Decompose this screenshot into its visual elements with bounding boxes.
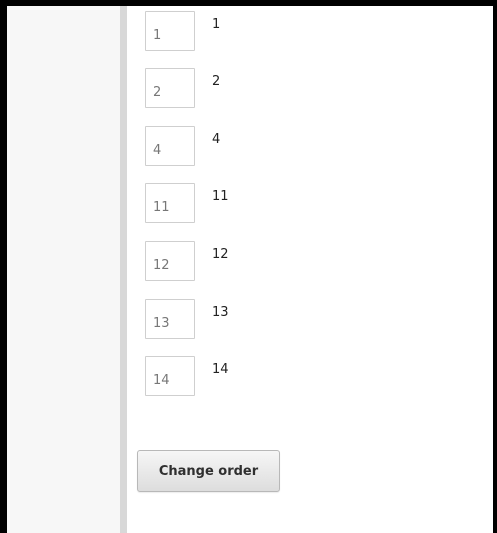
- order-label-12: 12: [212, 247, 229, 262]
- order-row-1: 1: [145, 11, 345, 53]
- order-label-14: 14: [212, 362, 229, 377]
- order-row-13: 13: [145, 299, 345, 341]
- order-row-11: 11: [145, 183, 345, 225]
- order-row-4: 4: [145, 126, 345, 168]
- order-input-4[interactable]: [145, 126, 195, 166]
- order-label-13: 13: [212, 305, 229, 320]
- left-sidebar-panel: [7, 6, 120, 533]
- panel-divider: [120, 6, 127, 533]
- order-input-14[interactable]: [145, 356, 195, 396]
- order-input-13[interactable]: [145, 299, 195, 339]
- order-input-11[interactable]: [145, 183, 195, 223]
- order-content: 1 2 4 11 12 13 14 Change order: [127, 6, 493, 533]
- order-input-2[interactable]: [145, 68, 195, 108]
- order-label-2: 2: [212, 74, 221, 89]
- order-form-window: 1 2 4 11 12 13 14 Change order: [0, 0, 497, 533]
- change-order-button[interactable]: Change order: [137, 450, 280, 492]
- order-label-1: 1: [212, 17, 221, 32]
- window-frame-left: [0, 0, 7, 533]
- order-row-2: 2: [145, 68, 345, 110]
- order-label-4: 4: [212, 132, 221, 147]
- order-input-1[interactable]: [145, 11, 195, 51]
- order-row-12: 12: [145, 241, 345, 283]
- order-row-14: 14: [145, 356, 345, 398]
- order-input-12[interactable]: [145, 241, 195, 281]
- order-label-11: 11: [212, 189, 229, 204]
- window-frame-right: [493, 0, 497, 533]
